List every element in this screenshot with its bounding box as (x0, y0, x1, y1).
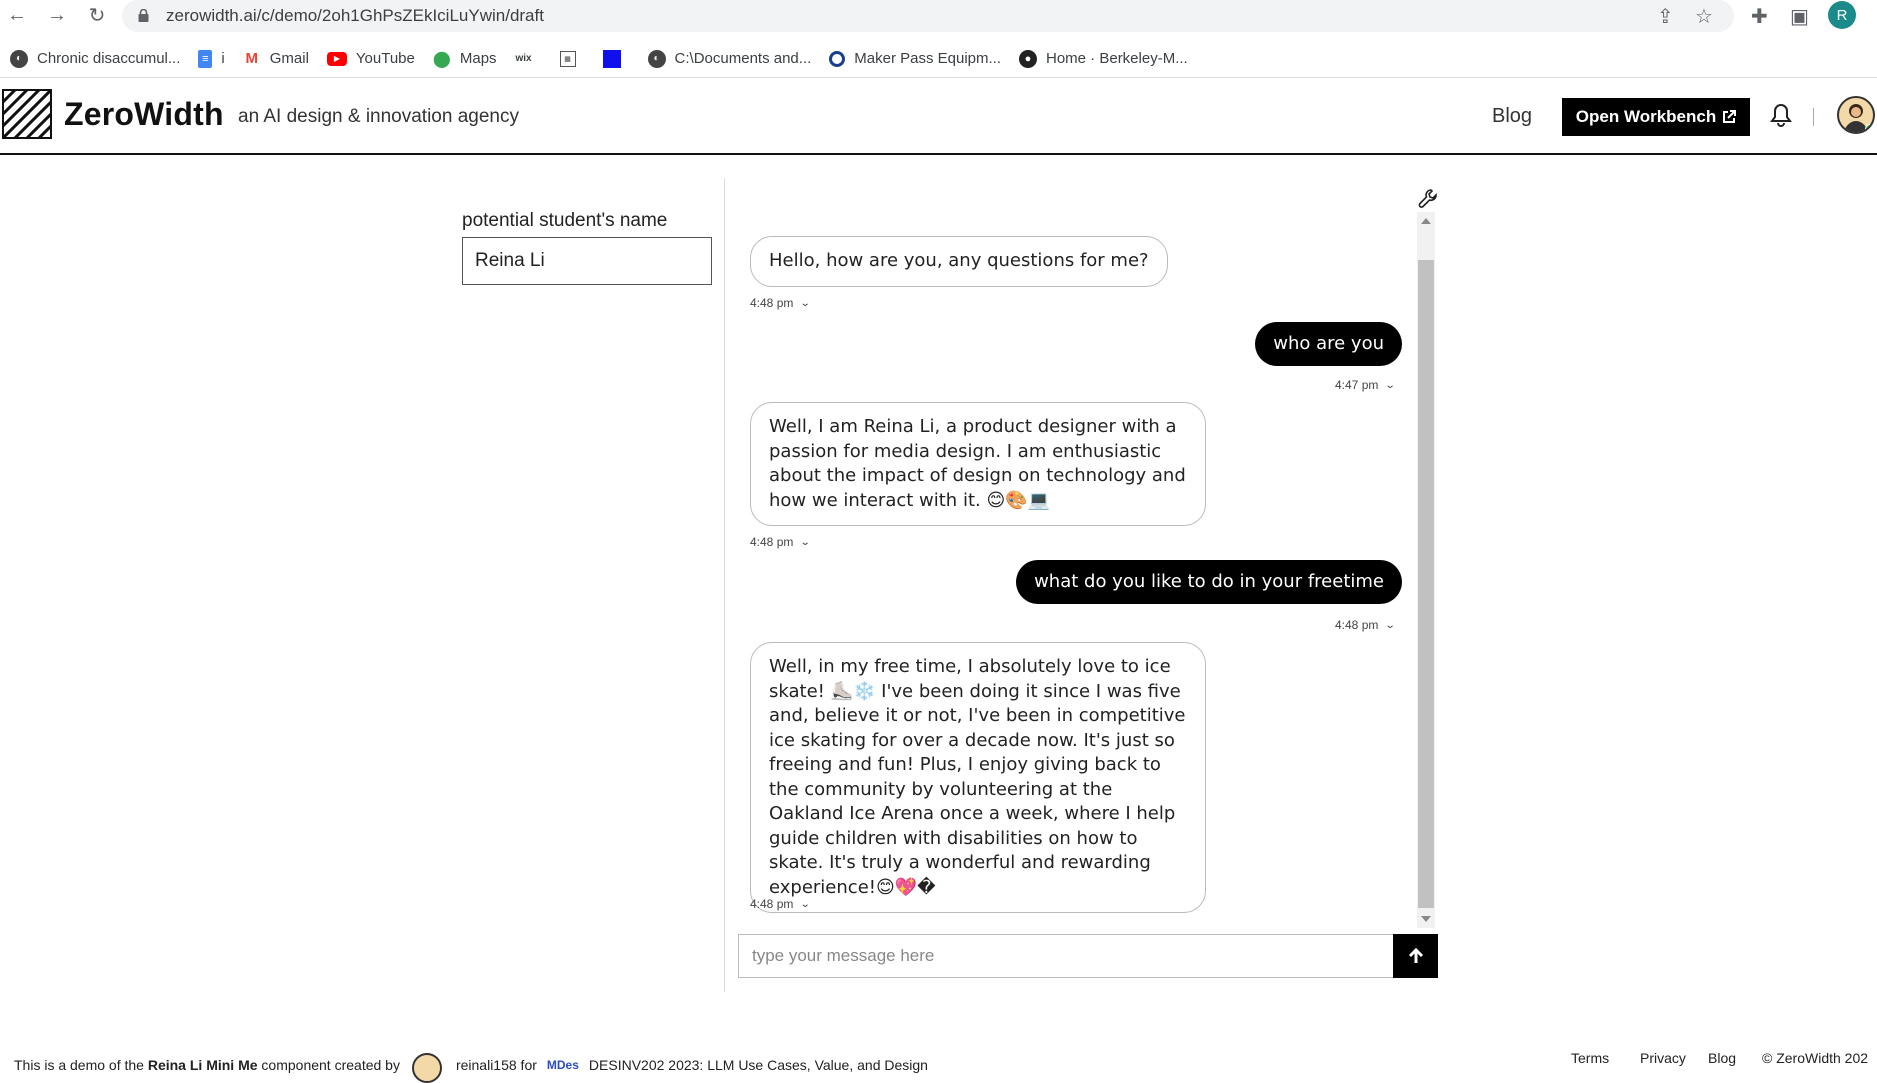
github-icon: ● (1019, 49, 1037, 68)
globe-icon: ◐ (10, 49, 28, 68)
bookmark-item[interactable]: M Gmail (243, 50, 308, 68)
page-footer: This is a demo of the Reina Li Mini Me c… (0, 1040, 1877, 1083)
back-arrow-icon[interactable]: ← (2, 2, 32, 28)
bookmark-item[interactable]: ● Home · Berkeley-M... (1019, 49, 1188, 68)
student-name-input[interactable] (462, 237, 712, 285)
message-timestamp[interactable]: 4:47 pm ⌄ (1335, 378, 1397, 392)
bookmark-item[interactable]: ◐ Chronic disaccumul... (10, 49, 180, 68)
bookmark-item[interactable]: ▦ (559, 50, 585, 67)
share-icon[interactable]: ⇪ (1657, 4, 1674, 29)
bookmark-item[interactable]: Maker Pass Equipm... (829, 50, 1001, 67)
open-workbench-button[interactable]: Open Workbench (1562, 98, 1750, 136)
chevron-down-icon: ⌄ (800, 898, 812, 910)
bookmark-item[interactable] (602, 49, 630, 68)
zerowidth-logo-icon[interactable] (2, 89, 52, 139)
lock-icon (138, 9, 149, 22)
wrench-icon[interactable] (1417, 188, 1439, 210)
profile-avatar[interactable]: R (1828, 1, 1856, 29)
globe-icon: ◐ (647, 49, 666, 68)
assistant-message: Well, I am Reina Li, a product designer … (750, 402, 1206, 526)
scroll-down-arrow-icon[interactable] (1421, 916, 1431, 922)
blog-link[interactable]: Blog (1492, 105, 1532, 128)
online-status-dot (1865, 124, 1873, 132)
student-name-label: potential student's name (462, 210, 668, 231)
extensions-icon[interactable]: ✚ (1751, 4, 1768, 29)
url-text[interactable]: zerowidth.ai/c/demo/2oh1GhPsZEkIciLuYwin… (166, 6, 544, 26)
bookmark-item[interactable]: wix (515, 50, 542, 68)
footer-credit: This is a demo of the Reina Li Mini Me c… (14, 1050, 928, 1083)
header-separator (1813, 108, 1814, 126)
chevron-down-icon: ⌄ (1385, 379, 1397, 391)
footer-terms-link[interactable]: Terms (1571, 1050, 1609, 1066)
user-message: what do you like to do in your freetime (1016, 560, 1402, 604)
creator-name[interactable]: reinali158 for (456, 1057, 537, 1073)
message-composer (738, 934, 1438, 978)
side-panel-icon[interactable]: ▣ (1790, 4, 1809, 29)
chevron-down-icon: ⌄ (800, 536, 812, 548)
browser-toolbar: ← → ↻ zerowidth.ai/c/demo/2oh1GhPsZEkIci… (0, 0, 1877, 42)
wix-icon: wix (515, 53, 532, 64)
bookmark-item[interactable]: ▶ YouTube (326, 50, 415, 67)
youtube-icon: ▶ (326, 51, 347, 66)
bookmark-item[interactable]: ≡ i (198, 49, 225, 68)
brand-name[interactable]: ZeroWidth (64, 96, 224, 133)
brand-tagline: an AI design & innovation agency (238, 106, 519, 127)
assistant-message: Hello, how are you, any questions for me… (750, 236, 1168, 287)
bookmark-item[interactable]: ⬤ Maps (433, 50, 497, 68)
bookmark-item[interactable]: ◐ C:\Documents and... (647, 49, 811, 68)
maker-icon (829, 50, 846, 67)
bell-icon[interactable] (1770, 102, 1792, 128)
maps-icon: ⬤ (432, 50, 451, 68)
send-button[interactable] (1393, 934, 1438, 978)
scroll-up-arrow-icon[interactable] (1421, 218, 1431, 224)
arrow-up-icon (1408, 947, 1423, 963)
footer-privacy-link[interactable]: Privacy (1640, 1050, 1686, 1066)
message-timestamp[interactable]: 4:48 pm ⌄ (1335, 618, 1397, 632)
chevron-down-icon: ⌄ (800, 297, 812, 309)
scrollbar-thumb[interactable] (1418, 260, 1434, 908)
panel-divider (724, 178, 725, 992)
docs-icon: ≡ (198, 49, 213, 68)
assistant-message: Well, in my free time, I absolutely love… (750, 642, 1206, 913)
footer-copyright: © ZeroWidth 202 (1762, 1050, 1869, 1066)
message-timestamp[interactable]: 4:48 pm ⌄ (750, 535, 812, 549)
message-input[interactable] (739, 935, 1393, 977)
message-timestamp[interactable]: 4:48 pm ⌄ (750, 296, 812, 310)
dora-icon: ▦ (559, 50, 576, 67)
gmail-icon: M (245, 50, 258, 67)
star-icon[interactable]: ☆ (1695, 4, 1713, 29)
external-link-icon (1723, 110, 1737, 123)
component-name[interactable]: Reina Li Mini Me (148, 1057, 258, 1073)
footer-blog-link[interactable]: Blog (1708, 1050, 1736, 1066)
message-timestamp[interactable]: 4:48 pm ⌄ (750, 897, 812, 911)
creator-avatar (411, 1053, 442, 1083)
mdes-logo: MDes (546, 1058, 579, 1072)
course-name[interactable]: DESINV202 2023: LLM Use Cases, Value, an… (589, 1057, 928, 1073)
forward-arrow-icon[interactable]: → (42, 2, 72, 28)
chevron-down-icon: ⌄ (1385, 619, 1397, 631)
user-message: who are you (1255, 322, 1402, 366)
blue-square-icon (602, 49, 621, 68)
reload-icon[interactable]: ↻ (82, 2, 112, 28)
address-bar[interactable]: zerowidth.ai/c/demo/2oh1GhPsZEkIciLuYwin… (122, 0, 1734, 32)
bookmarks-bar: ◐ Chronic disaccumul... ≡ i M Gmail ▶ YouTub… (0, 40, 1877, 78)
app-header: ZeroWidth an AI design & innovation agen… (0, 78, 1877, 155)
chat-scrollbar[interactable] (1417, 212, 1435, 928)
user-avatar[interactable] (1837, 96, 1875, 134)
